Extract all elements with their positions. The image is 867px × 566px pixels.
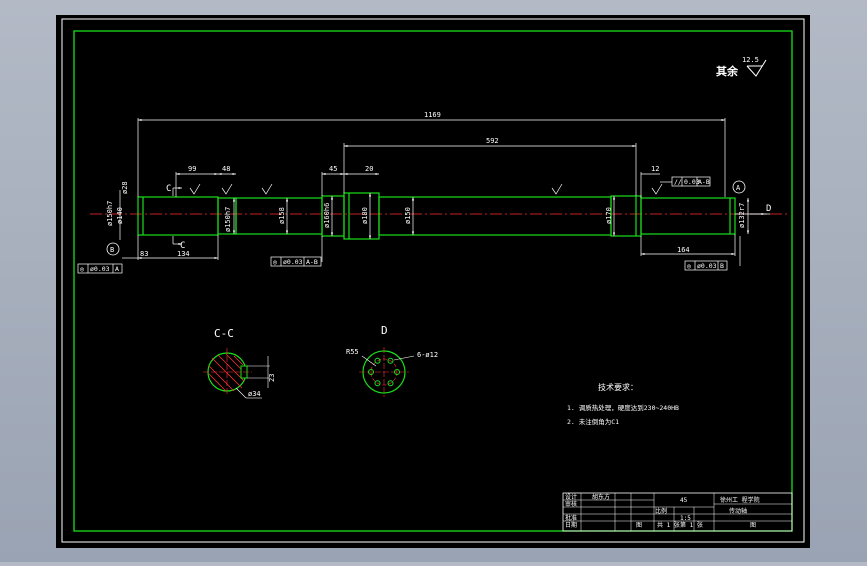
svg-text:B: B: [720, 262, 724, 270]
dim-phi-132r7: ø132r7: [738, 203, 746, 228]
dim-phi-170: ø170: [605, 207, 613, 224]
tb-review-label: 审核: [565, 500, 577, 508]
tb-scale-label: 比例: [655, 507, 667, 515]
tb-designer: 胡东方: [592, 493, 610, 501]
tb-design-label: 设计: [565, 493, 577, 501]
tb-part-name: 传动轴: [729, 507, 747, 515]
tb-approve-label: 批准: [565, 514, 577, 522]
section-mark-c-top: C: [166, 184, 171, 194]
notes-line-2: 2. 未注倒角为C1: [567, 417, 619, 426]
tb-date-label: 日期: [565, 521, 577, 529]
dim-phi-160h6: ø160h6: [323, 203, 331, 228]
dim-592: 592: [486, 137, 499, 145]
svg-text:A-B: A-B: [698, 178, 710, 186]
svg-text://: //: [674, 178, 682, 186]
tolerance-frame-top: // 0.03 A-B: [671, 176, 711, 187]
view-mark-d: D: [766, 204, 771, 214]
dim-overall-length: 1169: [424, 111, 441, 119]
dim-99: 99: [188, 165, 196, 173]
svg-text:ø0.03: ø0.03: [283, 258, 303, 266]
svg-text:◎: ◎: [687, 262, 691, 270]
dim-phi-158: ø158: [278, 207, 286, 224]
roughness-label: 其余: [716, 64, 739, 78]
tb-scale: 1:5: [680, 515, 691, 522]
tb-drawing-no: 图: [750, 522, 756, 529]
section-cc-title: C-C: [214, 327, 234, 340]
notes-line-1: 1. 调质热处理，硬度达到230~240HB: [567, 403, 679, 412]
cad-viewport[interactable]: 其余 12.5 1169 592 99 48 45 20 12 83 134 1…: [0, 0, 867, 562]
tb-bottom-mark: 图: [636, 522, 642, 529]
section-cc-dim-side: 23: [268, 374, 276, 382]
dim-20: 20: [365, 165, 373, 173]
datum-b-label: B: [110, 246, 114, 254]
section-mark-c-bottom: C: [180, 241, 185, 251]
tb-school: 徐州工 程学院: [720, 496, 760, 504]
svg-text:ø0.03: ø0.03: [697, 262, 717, 270]
dim-83: 83: [140, 250, 148, 258]
dim-phi-28: ø28: [121, 181, 129, 194]
dim-48: 48: [222, 165, 230, 173]
dim-phi-150: ø150: [404, 207, 412, 224]
dim-45: 45: [329, 165, 337, 173]
dim-phi-150h7-b: ø150h7: [224, 207, 232, 232]
dim-phi-140: ø140: [116, 207, 124, 224]
svg-text:◎: ◎: [80, 265, 84, 273]
svg-text:A-B: A-B: [306, 258, 318, 266]
dim-134: 134: [177, 250, 190, 258]
view-d-dim-holes: 6-ø12: [417, 351, 438, 359]
drawing-sheet: [56, 15, 810, 548]
tb-sheet-no: 第 1 张: [680, 521, 703, 529]
dim-phi-180: ø180: [361, 207, 369, 224]
svg-text:ø0.03: ø0.03: [90, 265, 110, 273]
svg-text:◎: ◎: [273, 258, 277, 266]
dim-phi-150h7-a: ø150h7: [106, 201, 114, 226]
dim-12: 12: [651, 165, 659, 173]
view-d-dim-r: R55: [346, 348, 359, 356]
roughness-value: 12.5: [742, 56, 759, 64]
notes-title: 技术要求：: [598, 382, 638, 392]
view-d-title: D: [381, 324, 388, 337]
tb-material: 45: [680, 497, 688, 504]
section-cc-dim-phi: ø34: [248, 390, 261, 398]
svg-text:A: A: [115, 265, 119, 273]
tb-sheet-total: 共 1 张: [657, 521, 680, 529]
dim-164: 164: [677, 246, 690, 254]
drawing-canvas: 其余 12.5 1169 592 99 48 45 20 12 83 134 1…: [56, 15, 810, 548]
